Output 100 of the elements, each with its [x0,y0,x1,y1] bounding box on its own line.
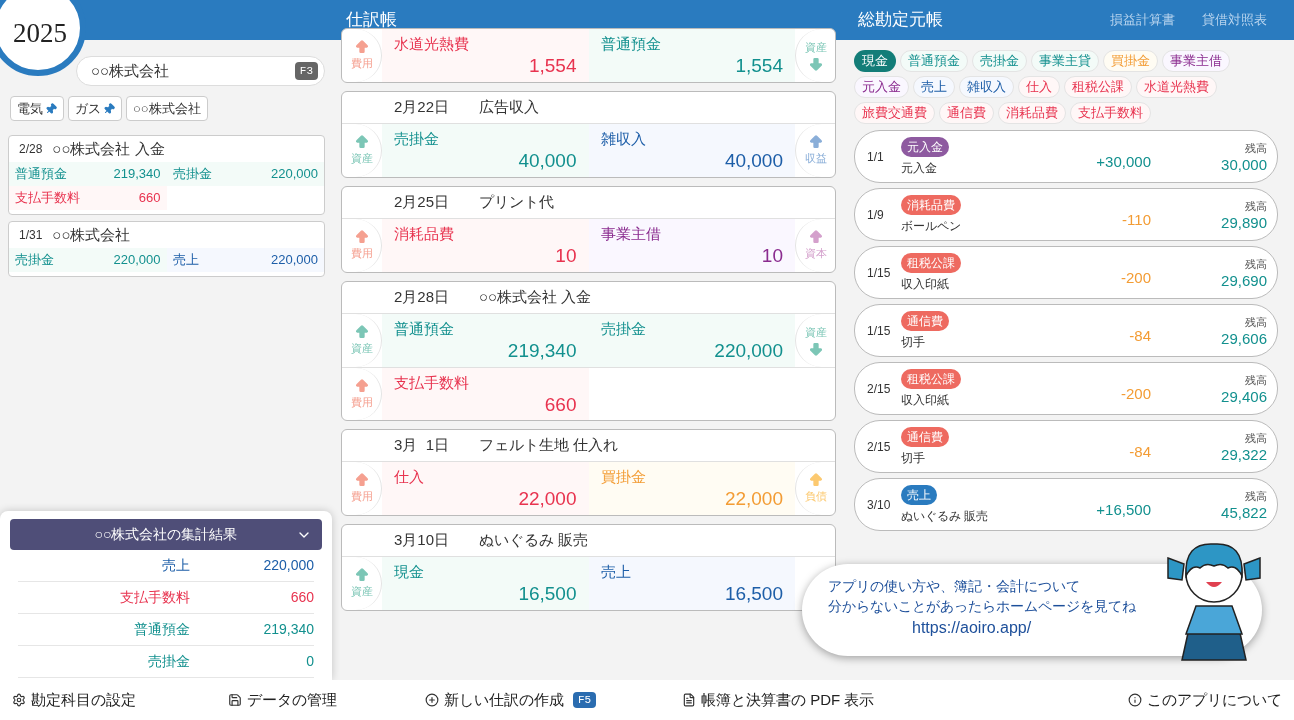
filter-chip[interactable]: 電気 [10,96,64,121]
category-label: 収益 [804,151,827,167]
account-name: 売掛金 [15,251,54,270]
account-chip[interactable]: 事業主貸 [1031,50,1099,72]
credit-account: 雑収入 [600,129,647,149]
account-tag: 元入金 [901,136,949,157]
summary-header[interactable]: ○○株式会社の集計結果 [10,519,322,550]
credit-account: 買掛金 [600,467,647,487]
toolbar-button[interactable]: 新しい仕訳の作成 F5 [425,688,597,712]
toolbar-button[interactable]: 勘定科目の設定 [12,688,136,712]
balance-label: 残高 [1245,315,1267,331]
debit-account: 支払手数料 [394,373,470,393]
toolbar-button[interactable]: データの管理 [228,688,337,712]
entry-date: 2月25日 [394,192,450,213]
account-tag: 通信費 [901,310,949,331]
summary-amount: 0 [305,652,314,671]
journal-entry-card[interactable]: 2月25日 プリント代 費用 消耗品費 10 事業主借 10 資本 [341,186,836,273]
entry-date: 3月10日 [394,530,450,551]
account-chip[interactable]: 現金 [854,50,896,72]
filter-chip[interactable]: ガス [68,96,122,121]
search-result-card[interactable]: 2/28 ○○株式会社 入金 普通預金 219,340 売掛金 220,000 支払手数料 660 [8,135,325,215]
journal-entry-card[interactable]: 2月28日 ○○株式会社 入金 資産 普通預金 219,340 売掛金 220,000 資産 費用 支払手数料 660 [341,281,836,421]
account-chip[interactable]: 売上 [913,76,955,98]
debit-account: 消耗品費 [394,224,455,244]
debit-account: 売掛金 [394,129,440,149]
ledger-memo: 切手 [901,333,925,351]
balance-label: 残高 [1245,257,1267,273]
account-tag: 租税公課 [901,368,961,389]
account-chip[interactable]: 雑収入 [959,76,1014,98]
journal-entry-card[interactable]: 3月 1日 フェルト生地 仕入れ 費用 仕入 22,000 買掛金 22,000 負債 [341,429,836,516]
summary-label: 売上 [161,556,190,575]
ledger-date: 1/15 [867,322,892,340]
summary-label: 支払手数料 [119,588,190,607]
ledger-date: 2/15 [867,380,892,398]
ledger-date: 3/10 [867,496,892,514]
filter-chip[interactable]: ○○株式会社 [126,96,208,121]
change-amount: +30,000 [1095,152,1151,173]
change-amount: -200 [1119,384,1151,405]
change-amount: -84 [1128,442,1151,463]
account-tag: 消耗品費 [901,194,961,215]
shortcut-key: F5 [573,691,597,709]
summary-label: 普通預金 [133,620,190,639]
search-field[interactable]: ○○株式会社 F3 [76,56,325,86]
add-icon [425,693,439,707]
account-tag: 租税公課 [901,252,961,273]
ledger-memo: 収入印紙 [901,275,949,293]
credit-amount: 40,000 [723,148,783,173]
credit-amount: 1,554 [734,53,783,78]
account-chip[interactable]: 旅費交通費 [854,102,935,124]
debit-amount: 22,000 [517,486,577,511]
toolbar-button[interactable]: このアプリについて [1128,688,1282,712]
debit-account: 仕入 [394,467,425,487]
ledger-memo: 切手 [901,449,925,467]
journal-entry-card[interactable]: 費用 水道光熱費 1,554 普通預金 1,554 資産 [341,28,836,83]
account-chip[interactable]: 租税公課 [1064,76,1132,98]
change-amount: -200 [1119,268,1151,289]
toolbar-button[interactable]: 帳簿と決算書の PDF 表示 [682,688,875,712]
account-chip[interactable]: 元入金 [854,76,909,98]
credit-amount: 220,000 [713,338,783,363]
ledger-row[interactable]: 1/9 消耗品費 ボールペン -110 残高 29,890 [854,188,1278,241]
summary-amount: 220,000 [262,556,314,575]
account-chip[interactable]: 事業主借 [1162,50,1230,72]
debit-amount: 219,340 [506,338,577,363]
balance-amount: 29,406 [1221,388,1267,405]
category-label: 資産 [350,151,373,167]
account-amount: 219,340 [113,165,161,184]
account-name: 支払手数料 [15,189,80,208]
account-chip[interactable]: 仕入 [1018,76,1060,98]
account-chip[interactable]: 水道光熱費 [1136,76,1217,98]
entry-title: プリント代 [479,192,555,213]
credit-amount: 10 [760,243,783,268]
year-badge[interactable]: 2025 [0,0,86,76]
account-chip[interactable]: 売掛金 [972,50,1027,72]
ledger-date: 1/1 [867,148,885,166]
ledger-row[interactable]: 1/1 元入金 元入金 +30,000 残高 30,000 [854,130,1278,183]
debit-account: 普通預金 [394,319,455,339]
category-label: 費用 [350,489,373,505]
account-chip[interactable]: 通信費 [939,102,994,124]
journal-entry-card[interactable]: 2月22日 広告収入 資産 売掛金 40,000 雑収入 40,000 収益 [341,91,836,178]
ledger-memo: 収入印紙 [901,391,949,409]
account-chip[interactable]: 消耗品費 [998,102,1066,124]
credit-account: 売掛金 [600,319,647,339]
category-label: 資産 [804,40,827,56]
account-chip[interactable]: 支払手数料 [1070,102,1151,124]
ledger-memo: 元入金 [901,159,937,177]
homepage-link[interactable]: https://aoiro.app/ [912,616,1032,640]
account-name: 売掛金 [172,165,212,184]
result-date: 2/28 [19,141,43,158]
account-tag: 通信費 [901,426,949,447]
account-tag: 売上 [901,484,937,505]
account-name: 普通預金 [15,165,67,184]
result-date: 1/31 [19,227,43,244]
search-result-card[interactable]: 1/31 ○○株式会社 売掛金 220,000 売上 220,000 [8,221,325,277]
entry-title: フェルト生地 仕入れ [479,435,619,456]
balance-amount: 29,606 [1221,330,1267,347]
summary-amount: 219,340 [262,620,314,639]
category-label: 資産 [350,341,373,357]
account-chip[interactable]: 普通預金 [900,50,968,72]
debit-amount: 1,554 [527,53,577,78]
balance-amount: 29,322 [1221,446,1267,463]
